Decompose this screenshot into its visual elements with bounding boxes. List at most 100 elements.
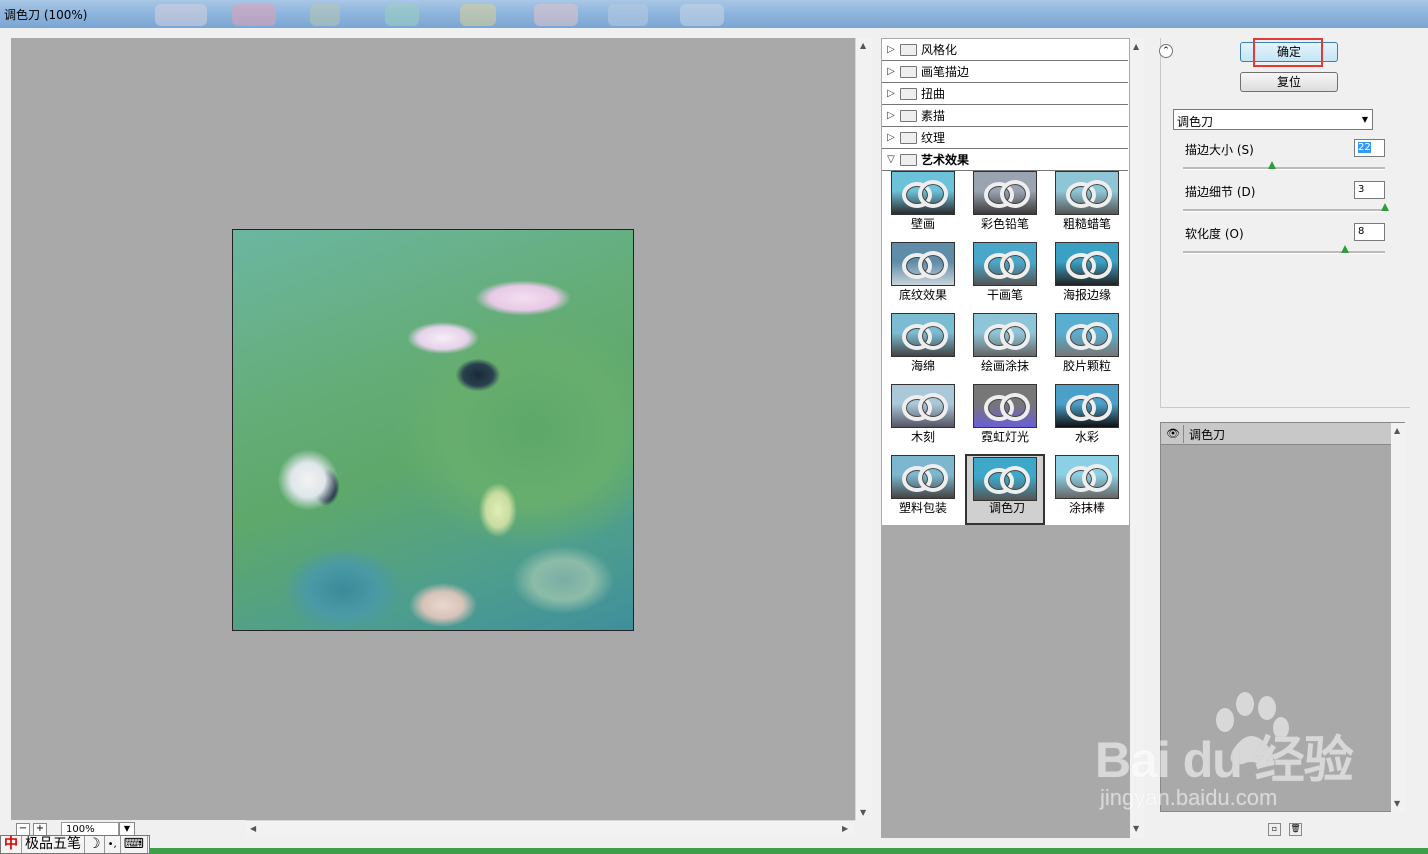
filter-preview-image[interactable]	[973, 171, 1037, 215]
filter-preview-image[interactable]	[1055, 171, 1119, 215]
triangle-right-icon[interactable]: ▷	[882, 88, 900, 99]
folder-icon	[900, 131, 917, 144]
filter-preview-image[interactable]	[1055, 455, 1119, 499]
filter-thumbnail[interactable]: 干画笔	[965, 242, 1045, 312]
filter-preview-image[interactable]	[891, 171, 955, 215]
filter-thumbnail-label: 涂抹棒	[1068, 501, 1105, 515]
filter-thumbnail-label: 底纹效果	[898, 288, 947, 302]
ime-name[interactable]: 极品五笔	[22, 836, 85, 853]
filter-thumbnail-label: 壁画	[910, 217, 935, 231]
filter-category[interactable]: ▽ 艺术效果	[882, 149, 1128, 171]
effect-layer-name: 调色刀	[1189, 428, 1226, 442]
taskbar-blob	[680, 4, 724, 26]
param-slider-track[interactable]	[1183, 167, 1385, 170]
filter-category[interactable]: ▷ 画笔描边	[882, 61, 1128, 83]
filter-category[interactable]: ▷ 风格化	[882, 39, 1128, 61]
param-input[interactable]: 3	[1354, 181, 1385, 199]
filter-preview-image[interactable]	[891, 242, 955, 286]
param-slider-thumb[interactable]	[1340, 245, 1349, 253]
triangle-right-icon[interactable]: ▷	[882, 110, 900, 121]
chevron-down-icon[interactable]: ▼	[1362, 115, 1368, 124]
filter-thumbnail-label: 水彩	[1074, 430, 1099, 444]
folder-icon	[900, 43, 917, 56]
triangle-right-icon[interactable]: ▷	[882, 44, 900, 55]
zoom-level-field[interactable]: 100%	[61, 822, 119, 836]
param-label: 软化度 (O)	[1185, 227, 1244, 241]
filter-thumbnail[interactable]: 底纹效果	[883, 242, 963, 312]
param-slider-track[interactable]	[1183, 251, 1385, 254]
filter-preview-image[interactable]	[1055, 384, 1119, 428]
scroll-left-icon[interactable]: ◀	[250, 824, 256, 833]
preview-horizontal-scrollbar[interactable]: ◀ ▶	[246, 820, 855, 837]
filter-preview-image[interactable]	[891, 455, 955, 499]
preview-vertical-scrollbar[interactable]: ▲ ▼	[855, 38, 872, 820]
filter-thumbnail[interactable]: 木刻	[883, 384, 963, 454]
scroll-right-icon[interactable]: ▶	[842, 824, 848, 833]
filter-preview-image[interactable]	[973, 384, 1037, 428]
filter-thumbnail[interactable]: 绘画涂抹	[965, 313, 1045, 383]
filter-thumbnail[interactable]: 调色刀	[965, 454, 1045, 525]
triangle-right-icon[interactable]: ▷	[882, 132, 900, 143]
taskbar-blob	[155, 4, 207, 26]
scroll-up-icon[interactable]: ▲	[1394, 426, 1400, 435]
filter-thumbnail[interactable]: 涂抹棒	[1047, 455, 1127, 525]
filter-thumbnail[interactable]: 霓虹灯光	[965, 384, 1045, 454]
filter-preview-image[interactable]	[1055, 313, 1119, 357]
param-input[interactable]: 22	[1354, 139, 1385, 157]
reset-button[interactable]: 复位	[1240, 72, 1338, 92]
param-slider-track[interactable]	[1183, 209, 1385, 212]
filter-thumbnail[interactable]: 海报边缘	[1047, 242, 1127, 312]
triangle-right-icon[interactable]: ▷	[882, 66, 900, 77]
filter-preview-image[interactable]	[973, 457, 1037, 501]
filter-category[interactable]: ▷ 素描	[882, 105, 1128, 127]
param-input[interactable]: 8	[1354, 223, 1385, 241]
param-label: 描边细节 (D)	[1185, 185, 1256, 199]
baidu-watermark: Bai du 经验 jingyan.baidu.com	[1095, 690, 1425, 830]
filter-thumbnail[interactable]: 彩色铅笔	[965, 171, 1045, 241]
filter-thumbnail-label: 胶片颗粒	[1062, 359, 1111, 373]
filter-preview-image[interactable]	[891, 384, 955, 428]
filter-thumbnail-label: 调色刀	[988, 501, 1025, 515]
collapse-icon[interactable]: ⌃	[1159, 44, 1173, 58]
filter-thumbnail[interactable]: 粗糙蜡笔	[1047, 171, 1127, 241]
window-title: 调色刀 (100%)	[4, 8, 88, 22]
filter-preview-image[interactable]	[891, 313, 955, 357]
filter-thumbnail[interactable]: 壁画	[883, 171, 963, 241]
scroll-up-icon[interactable]: ▲	[1133, 42, 1139, 51]
folder-icon	[900, 65, 917, 78]
ime-logo-icon[interactable]: 中	[1, 836, 22, 853]
filter-category[interactable]: ▷ 扭曲	[882, 83, 1128, 105]
param-value: 3	[1358, 184, 1365, 195]
triangle-down-icon[interactable]: ▽	[882, 154, 900, 165]
filter-thumbnail[interactable]: 海绵	[883, 313, 963, 383]
filter-thumbnail[interactable]: 水彩	[1047, 384, 1127, 454]
filter-thumbnail-label: 塑料包装	[898, 501, 947, 515]
keyboard-icon[interactable]: ⌨	[121, 836, 148, 853]
punctuation-icon[interactable]: •,	[105, 836, 121, 853]
taskbar-blob	[232, 4, 276, 26]
title-bar: 调色刀 (100%)	[0, 0, 1428, 28]
filter-category-label: 纹理	[921, 131, 946, 145]
effect-layer-row[interactable]: 👁 调色刀	[1161, 423, 1391, 445]
filter-thumbnail[interactable]: 胶片颗粒	[1047, 313, 1127, 383]
filter-category[interactable]: ▷ 纹理	[882, 127, 1128, 149]
scroll-up-icon[interactable]: ▲	[860, 41, 866, 50]
filter-preview-image[interactable]	[1055, 242, 1119, 286]
filter-thumbnail-label: 木刻	[910, 430, 935, 444]
param-slider-thumb[interactable]	[1381, 203, 1389, 211]
folder-icon	[900, 153, 917, 166]
filter-preview-image[interactable]	[973, 313, 1037, 357]
param-label: 描边大小 (S)	[1185, 143, 1254, 157]
param-slider-thumb[interactable]	[1267, 161, 1276, 169]
taskbar-blob	[608, 4, 648, 26]
moon-icon[interactable]: ☽	[85, 836, 105, 853]
scroll-down-icon[interactable]: ▼	[860, 808, 866, 817]
filter-thumbnail-label: 海报边缘	[1062, 288, 1111, 302]
filter-select[interactable]: 调色刀 ▼	[1173, 109, 1373, 130]
eye-icon[interactable]: 👁	[1163, 425, 1184, 443]
filter-thumbnail[interactable]: 塑料包装	[883, 455, 963, 525]
filter-preview-image[interactable]	[973, 242, 1037, 286]
preview-image[interactable]	[232, 229, 634, 631]
param-value: 22	[1358, 142, 1371, 153]
filter-category-label: 素描	[921, 109, 946, 123]
